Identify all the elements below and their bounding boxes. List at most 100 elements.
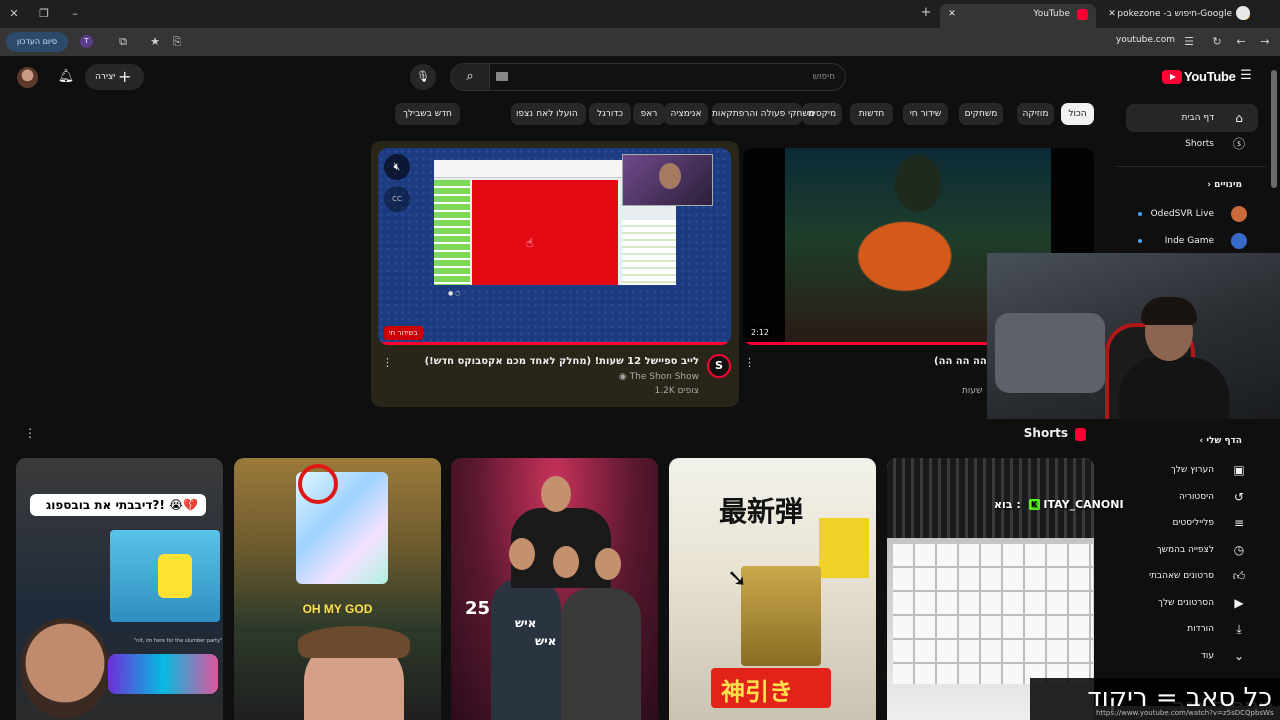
user-avatar[interactable] (17, 67, 38, 88)
section-title: מינויים (1214, 180, 1242, 190)
short-thumbnail[interactable]: דיבבתי את בובספוג?! 😭💔 "nit, im here for… (16, 458, 223, 720)
thumb-up-icon: 👍︎ (1232, 569, 1246, 583)
short-thumbnail[interactable]: 最新弾 ➘ 神引き (669, 458, 876, 720)
history-icon: ↺ (1233, 489, 1245, 504)
new-content-dot (1138, 239, 1142, 243)
person-body (1119, 357, 1229, 419)
sidebar-channel[interactable]: Inde Game (1126, 227, 1258, 255)
finish-update-button[interactable]: סיום העדכון (6, 32, 68, 52)
player-list (434, 180, 470, 285)
filter-chip[interactable]: חדשות (850, 103, 893, 125)
creator-hair (298, 626, 410, 658)
account-box-icon: ▣ (1233, 463, 1245, 477)
scrollbar[interactable] (1271, 70, 1277, 188)
tab-youtube[interactable]: ✕ YouTube (940, 4, 1096, 28)
more-options-icon[interactable]: ⋮ (382, 356, 393, 369)
forward-icon[interactable]: ← (1233, 34, 1249, 50)
clock-icon: ◷ (1233, 542, 1245, 557)
search-button[interactable]: ⌕ (450, 63, 490, 91)
shorts-icon: ⓢ (1232, 137, 1245, 151)
extensions-icon[interactable]: ⧉ (115, 34, 131, 50)
subscriptions-header[interactable]: › מינויים (1207, 180, 1242, 190)
filter-chip[interactable]: כדורגל (589, 103, 631, 125)
chat-message-overlay: בוא : K ITAY_CANONI (994, 498, 1124, 516)
back-icon[interactable]: → (1257, 34, 1273, 50)
channel-avatar[interactable]: S (707, 354, 731, 378)
short-thumbnail[interactable]: OH MY GOD (234, 458, 441, 720)
cartoon-character (158, 554, 192, 598)
person-hair (1141, 297, 1197, 325)
filter-chip[interactable]: שידור חי (903, 103, 948, 125)
sidebar-item-label: פלייליסטים (1172, 518, 1214, 528)
youtube-masthead: 🔔︎ + יצירה 🎙︎ ⌕ YouTube ☰ (0, 56, 1280, 98)
chevron-left-icon: › (1207, 180, 1211, 190)
short-thumbnail[interactable]: איש איש 25 (451, 458, 658, 720)
short-caption: איש (515, 616, 537, 630)
sidebar-item[interactable]: ↺ היסטוריה (1126, 483, 1258, 511)
sidebar-item[interactable]: ⌄ עוד (1126, 642, 1258, 670)
mute-icon[interactable]: 🔇︎ (384, 154, 410, 180)
new-tab-icon[interactable]: + (918, 5, 934, 21)
filter-chip[interactable]: ראפ (633, 103, 665, 125)
filter-chip[interactable]: משחקי פעולה והרפתקאות (712, 103, 815, 125)
close-tab-icon[interactable]: ✕ (946, 4, 958, 24)
audio-waveform (108, 654, 218, 694)
side-list (622, 220, 676, 285)
close-window-icon[interactable]: ✕ (6, 6, 22, 22)
filter-chip[interactable]: אנימציה (664, 103, 708, 125)
more-options-icon[interactable]: ⋮ (744, 356, 755, 369)
filter-chip[interactable]: נצפו (512, 103, 537, 125)
menu-hamburger-icon[interactable]: ☰ (1238, 68, 1254, 84)
search-icon: ⌕ (466, 69, 474, 84)
shorts-more-options-icon[interactable]: ⋮ (24, 426, 36, 440)
channel-name[interactable]: ◉ The Shon Show (619, 372, 699, 382)
filter-chip[interactable]: חדש בשבילך (395, 103, 460, 125)
filter-chip[interactable]: מוזיקה (1017, 103, 1054, 125)
jersey-number: 25 (465, 598, 491, 619)
filter-chip[interactable]: משחקים (959, 103, 1003, 125)
minimize-window-icon[interactable]: – (67, 6, 83, 22)
channel-avatar (1231, 206, 1247, 222)
sidebar-item[interactable]: ⤓ הורדות (1126, 615, 1258, 643)
sidebar-channel[interactable]: OdedSVR Live (1126, 200, 1258, 228)
download-icon: ⤓ (1236, 622, 1242, 636)
tab-google-search[interactable]: ✕ pokezone -חיפוש ב-Google (1100, 4, 1258, 28)
restore-window-icon[interactable]: ❐ (36, 6, 52, 22)
url-field[interactable]: youtube.com (1100, 35, 1175, 45)
sidebar-item-label: Shorts (1185, 139, 1214, 149)
site-settings-icon[interactable]: ☰ (1181, 34, 1197, 50)
create-button[interactable]: + יצירה (85, 64, 144, 90)
streamer-webcam-overlay (987, 253, 1280, 419)
notifications-bell-icon[interactable]: 🔔︎ (56, 67, 76, 87)
reload-icon[interactable]: ↻ (1209, 34, 1225, 50)
video-title[interactable]: לייב ספיישל 12 שעות! (מחלק לאחד מכם אקסב… (399, 356, 699, 367)
video-meta: שעות (962, 386, 983, 396)
youtube-favicon-icon (1077, 9, 1088, 20)
sidebar-item[interactable]: ◷ לצפייה בהמשך (1126, 536, 1258, 564)
voice-search-mic-icon[interactable]: 🎙︎ (410, 64, 436, 90)
home-icon: ⌂ (1235, 111, 1243, 125)
sidebar-item-shorts[interactable]: ⓢ Shorts (1126, 130, 1258, 158)
close-tab-icon[interactable]: ✕ (1106, 4, 1118, 24)
sidebar-item-home[interactable]: ⌂ דף הבית (1126, 104, 1258, 132)
video-title[interactable]: (הה הה הה) (934, 356, 992, 367)
closed-captions-icon[interactable]: CC (384, 186, 410, 212)
keyboard-icon[interactable] (496, 72, 508, 81)
person-face (553, 546, 579, 578)
profile-avatar[interactable]: T (80, 35, 93, 48)
short-caption-2: 神引き (721, 678, 793, 706)
cast-icon[interactable]: ⎘ (169, 34, 185, 50)
search-input[interactable] (489, 63, 846, 91)
sidebar-item-label: סרטונים שאהבתי (1148, 571, 1214, 581)
sidebar-item[interactable]: ▶ הסרטונים שלך (1126, 589, 1258, 617)
sidebar-item-label: היסטוריה (1179, 491, 1214, 502)
sidebar-item[interactable]: 👍︎ סרטונים שאהבתי (1126, 562, 1258, 590)
browser-profile-icon[interactable] (1236, 6, 1250, 20)
short-caption: 最新弾 (719, 495, 804, 528)
sidebar-item[interactable]: ≡ פלייליסטים (1126, 509, 1258, 537)
sidebar-item[interactable]: ▣ הערוץ שלך (1126, 456, 1258, 484)
chip-all[interactable]: הכול (1061, 103, 1094, 125)
you-header[interactable]: ‹ הדף שלי (1200, 436, 1242, 446)
live-stream-thumbnail[interactable]: 🔇︎ CC ☝︎ ● ○ בשידור חי (378, 148, 731, 345)
bookmark-star-icon[interactable]: ★ (147, 34, 163, 50)
